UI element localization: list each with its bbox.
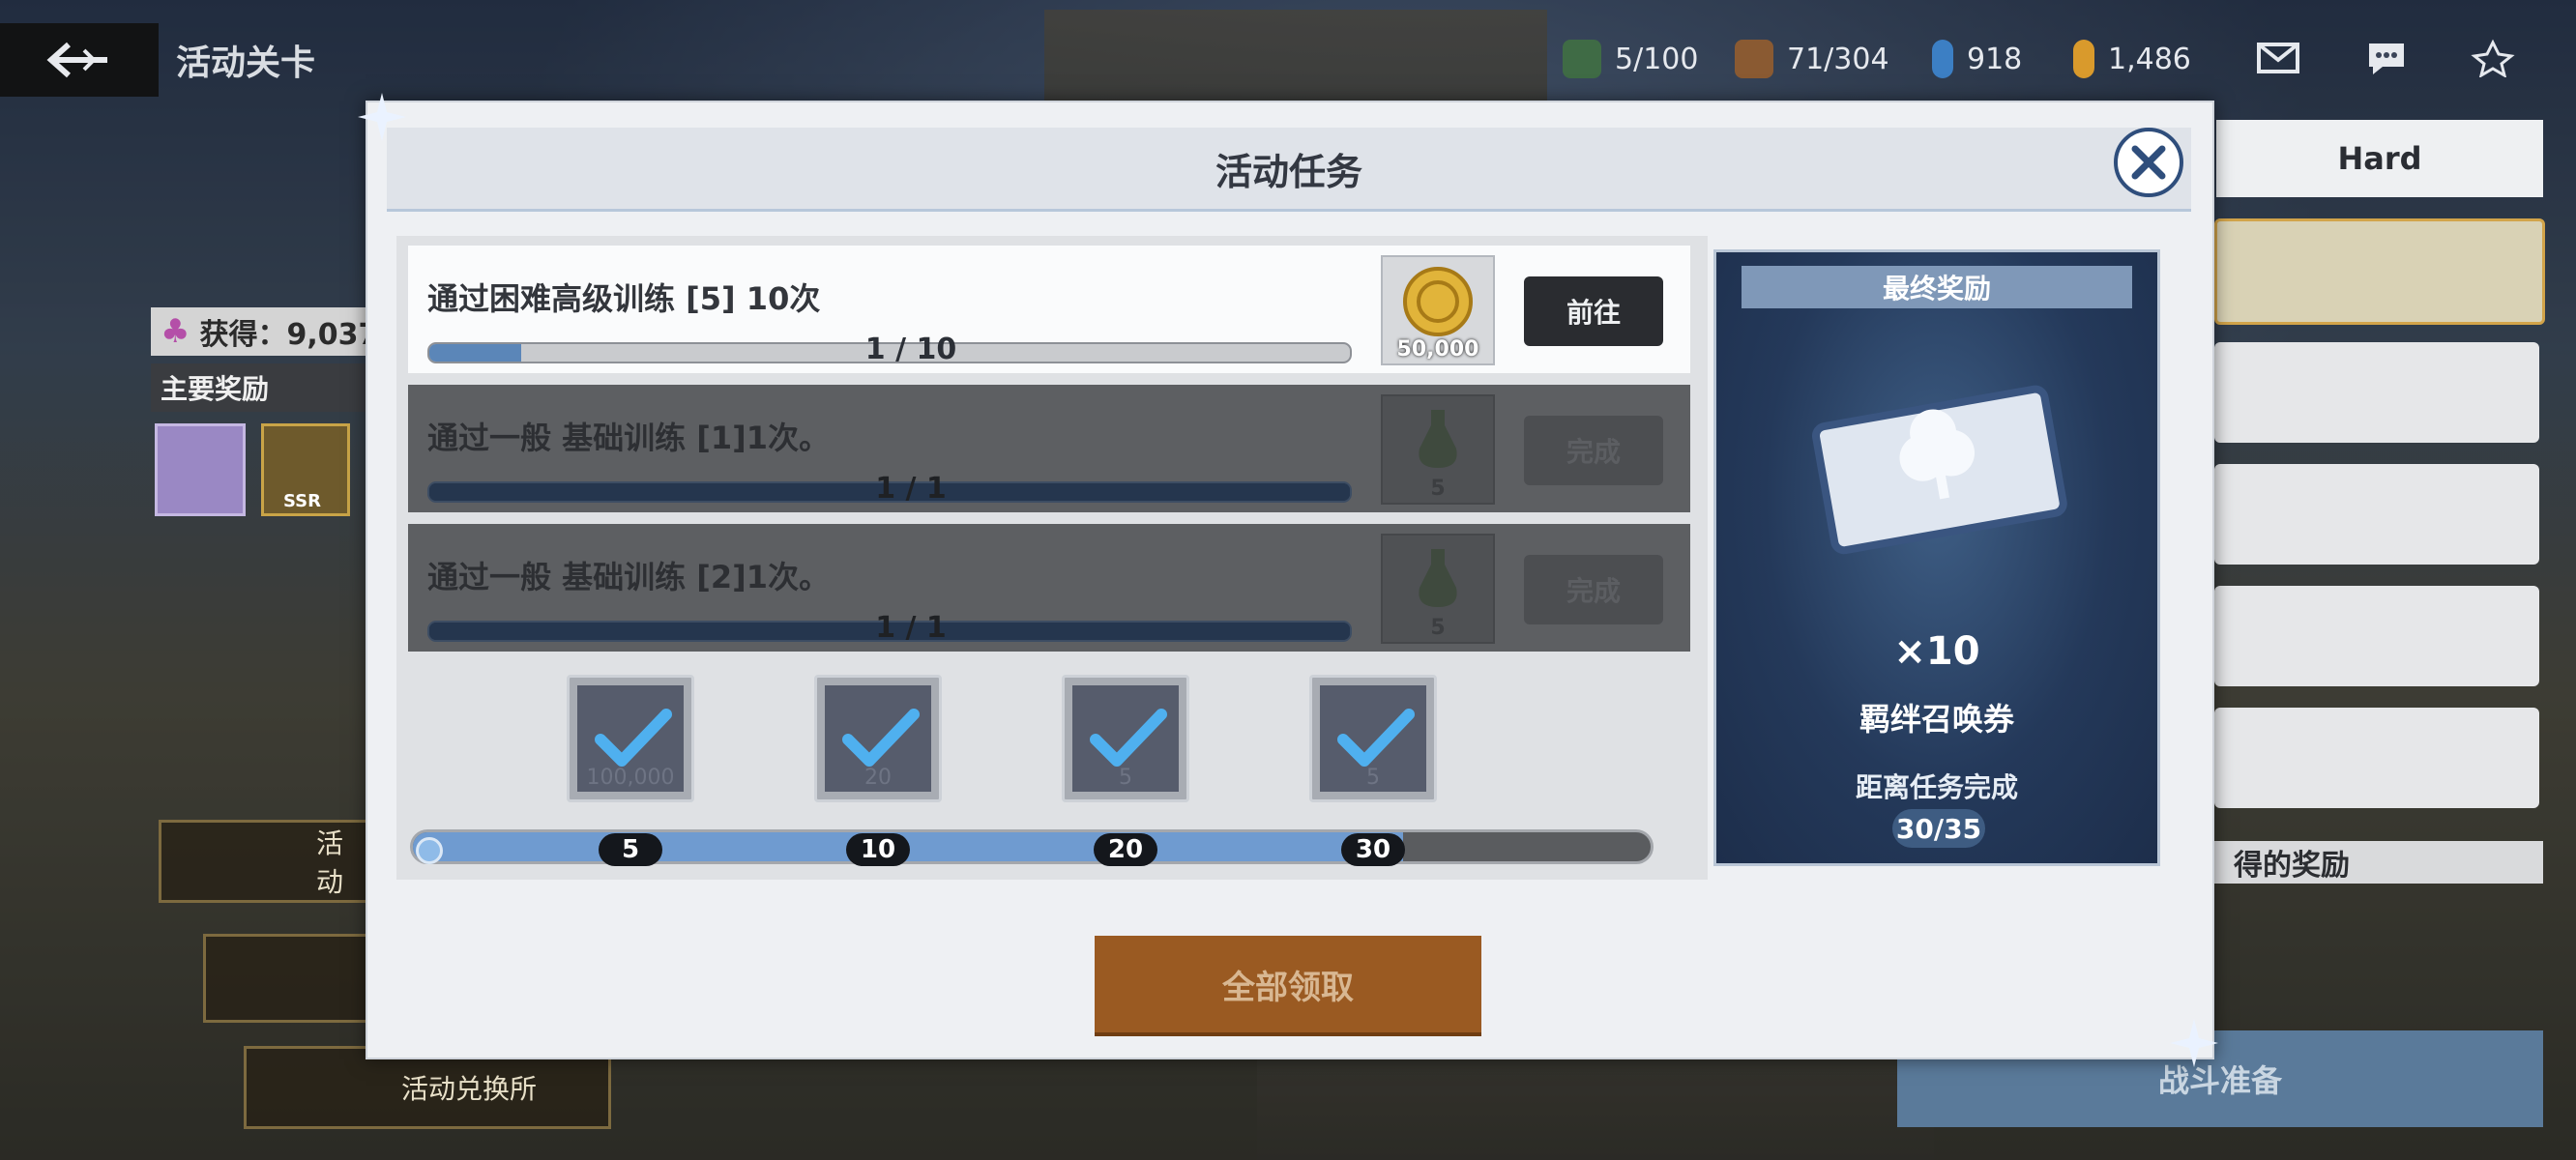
chat-button[interactable]: [2361, 35, 2412, 81]
resource-boot[interactable]: 71/304: [1735, 33, 1889, 85]
reward-quantity: 50,000: [1396, 337, 1479, 362]
milestone-reward[interactable]: 20: [814, 675, 942, 802]
page-title: 活动关卡: [176, 44, 316, 83]
gold-coin-icon: [1403, 267, 1473, 336]
clover-icon: ♣: [161, 312, 190, 351]
event-stage-button[interactable]: 活动: [159, 820, 371, 903]
back-arrow-icon: [46, 42, 107, 78]
boot-icon: [1735, 40, 1773, 78]
final-reward-note: 距离任务完成: [1855, 771, 2018, 803]
mail-icon: [2257, 43, 2299, 73]
chat-icon: [2369, 44, 2404, 74]
resource-value: 918: [1967, 42, 2023, 76]
potion-icon: [1419, 410, 1457, 468]
milestone-reward[interactable]: 5: [1309, 675, 1437, 802]
gain-counter: ♣ 获得：9,037: [151, 307, 393, 356]
orange-potion-icon: [2073, 40, 2094, 78]
task-progress-fill: [429, 344, 522, 362]
stamina-icon: [1563, 40, 1601, 78]
task-name: 通过一般 基础训练 [1]1次。: [427, 420, 831, 456]
settings-emblem-icon: [2471, 39, 2515, 77]
reward-quantity: 5: [1430, 616, 1446, 640]
sparkle-icon: [358, 93, 406, 141]
tab-hard[interactable]: Hard: [2216, 120, 2543, 197]
milestone-reward[interactable]: 5: [1062, 675, 1189, 802]
task-reward[interactable]: 5: [1381, 394, 1495, 505]
task-reward[interactable]: 50,000: [1381, 255, 1495, 365]
progress-start-dot: [416, 837, 443, 864]
event-button-2[interactable]: [203, 934, 379, 1023]
task-progress-text: 1 / 1: [875, 611, 947, 645]
main-reward-label: 主要奖励: [151, 363, 393, 412]
checkmark-icon: [1337, 709, 1415, 767]
mail-button[interactable]: [2253, 35, 2303, 81]
resource-value: 1,486: [2108, 42, 2191, 76]
checkmark-icon: [595, 709, 672, 767]
checkmark-icon: [1090, 709, 1167, 767]
back-button[interactable]: [0, 23, 159, 97]
dialog-title: 活动任务: [387, 128, 2191, 212]
rewards-label: 得的奖励: [2214, 841, 2543, 884]
bond-summon-ticket-icon: [1811, 385, 2067, 555]
blue-potion-icon: [1932, 40, 1953, 78]
resource-value: 71/304: [1787, 42, 1889, 76]
task-progress-text: 1 / 1: [875, 472, 947, 506]
complete-button[interactable]: 完成: [1524, 416, 1663, 485]
reward-item-ssr[interactable]: SSR: [261, 423, 350, 516]
settings-button[interactable]: [2468, 35, 2518, 81]
milestone-threshold: 5: [599, 833, 662, 866]
final-reward-panel[interactable]: 最终奖励 ×10 羁绊召唤券 距离任务完成 30/35: [1713, 249, 2160, 866]
final-reward-title: 最终奖励: [1742, 266, 2132, 308]
task-progress-text: 1 / 10: [864, 333, 957, 366]
sparkle-icon: [2170, 1019, 2218, 1067]
task-row: 通过一般 基础训练 [2]1次。 1 / 1 5 完成: [408, 524, 1690, 652]
stage-slot[interactable]: [2214, 708, 2539, 808]
task-reward[interactable]: 5: [1381, 534, 1495, 644]
go-button[interactable]: 前往: [1524, 276, 1663, 346]
complete-button[interactable]: 完成: [1524, 555, 1663, 624]
claim-all-button[interactable]: 全部领取: [1095, 936, 1481, 1036]
task-name: 通过困难高级训练 [5] 10次: [427, 280, 821, 317]
close-button[interactable]: [2114, 128, 2183, 197]
reward-item-egg[interactable]: [155, 423, 246, 516]
milestone-threshold: 10: [846, 833, 910, 866]
close-icon: [2131, 145, 2166, 180]
task-row: 通过困难高级训练 [5] 10次 1 / 10 50,000 前往: [408, 246, 1690, 373]
gain-label: 获得：9,037: [199, 318, 379, 352]
resource-stamina[interactable]: 5/100: [1563, 33, 1698, 85]
milestone-threshold: 20: [1094, 833, 1157, 866]
checkmark-icon: [842, 709, 920, 767]
potion-icon: [1419, 549, 1457, 607]
final-reward-quantity: ×10: [1893, 629, 1980, 674]
resource-blue-potion[interactable]: 918: [1932, 33, 2022, 85]
final-reward-count: 30/35: [1892, 809, 1985, 848]
final-reward-name: 羁绊召唤券: [1859, 701, 2014, 738]
stage-slot[interactable]: [2214, 218, 2545, 325]
reward-quantity: 5: [1430, 477, 1446, 501]
milestone-threshold: 30: [1341, 833, 1405, 866]
ssr-badge: SSR: [283, 491, 321, 511]
stage-slot[interactable]: [2214, 464, 2539, 565]
milestone-progress-track: [410, 829, 1654, 864]
task-row: 通过一般 基础训练 [1]1次。 1 / 1 5 完成: [408, 385, 1690, 512]
stage-slot[interactable]: [2214, 586, 2539, 686]
resource-value: 5/100: [1615, 42, 1699, 76]
milestone-reward[interactable]: 100,000: [567, 675, 694, 802]
resource-orange-potion[interactable]: 1,486: [2073, 33, 2191, 85]
task-name: 通过一般 基础训练 [2]1次。: [427, 559, 831, 595]
stage-slot[interactable]: [2214, 342, 2539, 443]
